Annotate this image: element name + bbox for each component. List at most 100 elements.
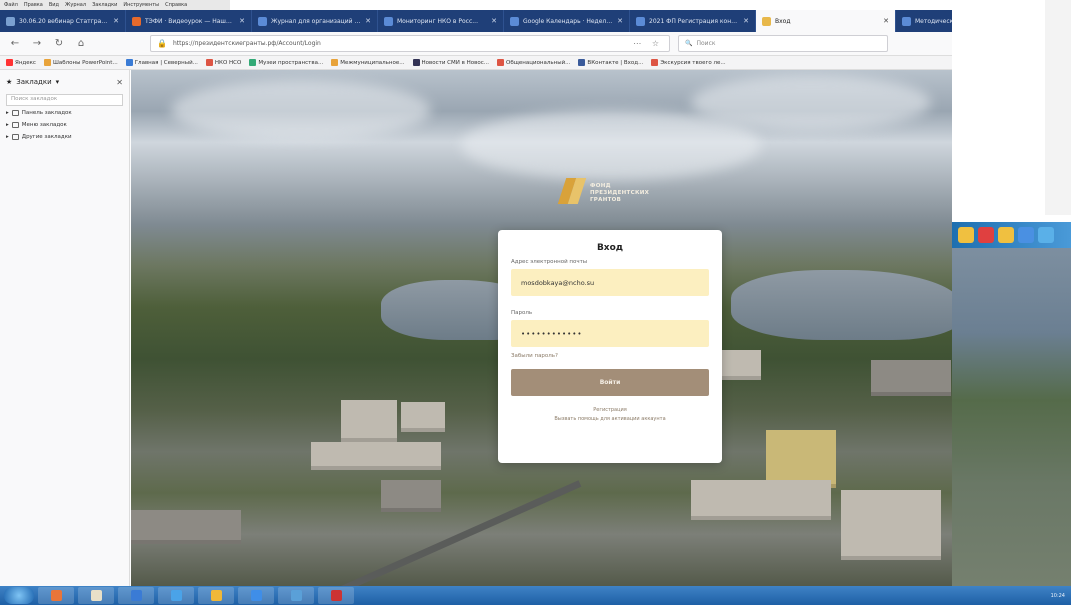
building bbox=[131, 510, 241, 544]
taskbar-app[interactable] bbox=[318, 587, 354, 604]
chevron-right-icon[interactable]: ▸ bbox=[6, 122, 9, 128]
taskbar-app[interactable] bbox=[78, 587, 114, 604]
register-link[interactable]: Регистрация bbox=[511, 406, 709, 415]
bookmark-item[interactable]: Межмуниципальное... bbox=[331, 59, 405, 66]
forgot-password-link[interactable]: Забыли пароль? bbox=[511, 353, 709, 359]
menu-item[interactable]: Файл bbox=[4, 0, 18, 10]
login-button[interactable]: Войти bbox=[511, 369, 709, 396]
sidebar-search-input[interactable]: Поиск закладок bbox=[6, 94, 123, 106]
taskbar-app[interactable] bbox=[278, 587, 314, 604]
favicon-icon bbox=[510, 16, 519, 26]
chevron-right-icon[interactable]: ▸ bbox=[6, 110, 9, 116]
login-card: Вход Адрес электронной почты mosdobkaya@… bbox=[498, 230, 722, 463]
bookmark-icon bbox=[651, 59, 659, 66]
menu-item[interactable]: Вид bbox=[49, 0, 59, 10]
tab-title: Вход bbox=[775, 17, 791, 25]
bookmark-label: Главная | Северный... bbox=[134, 59, 198, 66]
chevron-right-icon[interactable]: ▸ bbox=[6, 134, 9, 140]
close-tab-icon[interactable]: ✕ bbox=[617, 17, 623, 25]
taskbar-app[interactable] bbox=[38, 587, 74, 604]
building bbox=[841, 490, 941, 560]
chevron-down-icon[interactable]: ▾ bbox=[56, 78, 60, 86]
background-window-toolbar bbox=[952, 222, 1071, 248]
tab-title: Методическое сопровождение... bbox=[915, 17, 952, 25]
bookmark-icon bbox=[331, 59, 339, 66]
tab-title: Google Календарь · Неделя... bbox=[523, 17, 614, 25]
bookmark-item[interactable]: Экскурсия твоего ле... bbox=[651, 59, 726, 66]
password-field[interactable]: •••••••••••• bbox=[511, 320, 709, 347]
system-tray[interactable]: 10:24 bbox=[1051, 593, 1071, 599]
app-icon bbox=[130, 590, 142, 601]
close-tab-icon[interactable]: ✕ bbox=[113, 17, 119, 25]
bookmark-item[interactable]: Новости СМИ в Новос... bbox=[412, 59, 489, 66]
start-button[interactable] bbox=[4, 587, 34, 604]
favicon-icon bbox=[258, 16, 267, 26]
tab[interactable]: Google Календарь · Неделя... ✕ bbox=[504, 10, 630, 32]
menu-bar: Файл Правка Вид Журнал Закладки Инструменты Сп… bbox=[0, 0, 230, 10]
bookmark-item[interactable]: Общенациональный... bbox=[497, 59, 570, 66]
cloud bbox=[461, 110, 761, 180]
background-window bbox=[952, 0, 1045, 215]
bookmark-label: Музеи пространства... bbox=[258, 59, 324, 66]
screen: Файл Правка Вид Журнал Закладки Инструменты Сп… bbox=[0, 0, 1071, 605]
browser-window: Файл Правка Вид Журнал Закладки Инструменты Сп… bbox=[0, 0, 952, 586]
bookmark-item[interactable]: НКО НСО bbox=[205, 59, 242, 66]
bookmark-icon bbox=[249, 59, 257, 66]
desktop-photo-strip bbox=[952, 248, 1071, 586]
forward-icon[interactable]: → bbox=[30, 38, 44, 49]
bookmarks-toolbar: Яндекс Шаблоны PowerPoint... Главная | Сев… bbox=[0, 56, 952, 70]
bookmark-label: Межмуниципальное... bbox=[340, 59, 405, 66]
favicon-icon bbox=[902, 16, 911, 26]
sidebar-title[interactable]: Закладки bbox=[16, 78, 51, 86]
bookmark-item[interactable]: ВКонтакте | Вход... bbox=[578, 59, 643, 66]
close-tab-icon[interactable]: ✕ bbox=[491, 17, 497, 25]
fund-logo[interactable]: ФОНД ПРЕЗИДЕНТСКИХ ГРАНТОВ bbox=[557, 178, 650, 208]
sidebar-folder-item[interactable]: ▸ Другие закладки bbox=[0, 132, 129, 142]
bookmark-label: НКО НСО bbox=[214, 59, 242, 66]
logo-line-2: ПРЕЗИДЕНТСКИХ bbox=[590, 189, 650, 196]
sidebar-folder-item[interactable]: ▸ Панель закладок bbox=[0, 108, 129, 118]
bookmark-item[interactable]: Шаблоны PowerPoint... bbox=[43, 59, 118, 66]
taskbar-app[interactable] bbox=[198, 587, 234, 604]
bookmark-item[interactable]: Яндекс bbox=[6, 59, 36, 66]
tab[interactable]: Журнал для организаций конф... ✕ bbox=[252, 10, 378, 32]
activation-help-link[interactable]: Вызвать помощь для активации аккаунта bbox=[511, 415, 709, 424]
clock[interactable]: 10:24 bbox=[1051, 593, 1065, 599]
taskbar-app[interactable] bbox=[158, 587, 194, 604]
tab[interactable]: ТЭФИ · Видеоурок — Наши... ✕ bbox=[126, 10, 252, 32]
address-bar[interactable]: 🔒 https://президентскиегранты.рф/Account… bbox=[150, 35, 670, 52]
menu-item[interactable]: Правка bbox=[24, 0, 43, 10]
tab-active[interactable]: Вход ✕ bbox=[756, 10, 896, 32]
reload-icon[interactable]: ↻ bbox=[52, 38, 66, 49]
menu-item[interactable]: Справка bbox=[165, 0, 187, 10]
app-icon bbox=[290, 590, 302, 601]
email-field[interactable]: mosdobkaya@ncho.su bbox=[511, 269, 709, 296]
sidebar-folder-item[interactable]: ▸ Меню закладок bbox=[0, 120, 129, 130]
url-text[interactable]: https://президентскиегранты.рф/Account/L… bbox=[173, 40, 627, 47]
tab[interactable]: Методическое сопровождение...✕ bbox=[896, 10, 952, 32]
taskbar-app[interactable] bbox=[118, 587, 154, 604]
folder-icon bbox=[11, 110, 19, 116]
menu-item[interactable]: Инструменты bbox=[123, 0, 159, 10]
close-icon[interactable]: ✕ bbox=[116, 78, 123, 87]
menu-item[interactable]: Журнал bbox=[65, 0, 86, 10]
search-field[interactable]: 🔍 Поиск bbox=[678, 35, 888, 52]
tab[interactable]: 30.06.20 вебинар Статгранты ✕ bbox=[0, 10, 126, 32]
logo-line-3: ГРАНТОВ bbox=[590, 196, 622, 203]
bookmark-item[interactable]: Главная | Северный... bbox=[125, 59, 198, 66]
tab[interactable]: 2021 ФП Регистрация конфер... ✕ bbox=[630, 10, 756, 32]
bookmark-item[interactable]: Музеи пространства... bbox=[249, 59, 323, 66]
back-icon[interactable]: ← bbox=[8, 38, 22, 49]
home-icon[interactable]: ⌂ bbox=[74, 38, 88, 49]
close-tab-icon[interactable]: ✕ bbox=[743, 17, 749, 25]
menu-item[interactable]: Закладки bbox=[92, 0, 117, 10]
close-tab-icon[interactable]: ✕ bbox=[883, 17, 889, 25]
page-actions-icon[interactable]: ⋯ ☆ bbox=[633, 39, 663, 48]
taskbar-app[interactable] bbox=[238, 587, 274, 604]
lake bbox=[731, 270, 952, 340]
logo-line-1: ФОНД bbox=[590, 182, 611, 189]
tab-title: Журнал для организаций конф... bbox=[271, 17, 361, 25]
tab[interactable]: Мониторинг НКО в Росс... ✕ bbox=[378, 10, 504, 32]
close-tab-icon[interactable]: ✕ bbox=[239, 17, 245, 25]
close-tab-icon[interactable]: ✕ bbox=[365, 17, 371, 25]
